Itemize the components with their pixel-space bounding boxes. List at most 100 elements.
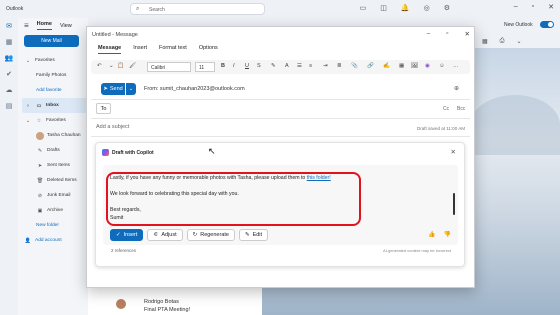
tab-home[interactable]: Home — [36, 21, 52, 30]
todo-icon[interactable]: ✔ — [0, 66, 18, 82]
app-title: Outlook — [6, 6, 24, 12]
add-account-link[interactable]: 👤 Add account — [22, 233, 88, 248]
new-folder-link[interactable]: New folder — [22, 218, 88, 233]
to-button[interactable]: To — [96, 103, 111, 114]
underline-icon[interactable]: U — [245, 63, 249, 69]
strikethrough-icon[interactable]: S — [257, 63, 261, 69]
close-icon[interactable]: ✕ — [451, 148, 456, 156]
highlight-icon[interactable]: ✎ — [271, 63, 276, 69]
folder-drafts[interactable]: ✎ Drafts — [22, 143, 88, 158]
paperclip-icon[interactable]: 📎 — [351, 63, 358, 69]
folder-junk[interactable]: ⊘ Junk Email — [22, 188, 88, 203]
mail-icon[interactable]: ✉ — [0, 18, 18, 34]
bullets-icon[interactable]: ☰ — [297, 63, 302, 69]
font-color-icon[interactable]: A — [285, 63, 289, 69]
from-field[interactable]: From: sumit_chauhan2023@outlook.com — [144, 86, 245, 92]
new-mail-button[interactable]: New Mail — [24, 35, 79, 47]
favorites-header[interactable]: ⌄ Favorites — [22, 53, 88, 68]
layout-icon[interactable]: ▦ — [482, 38, 488, 45]
persona-tasha[interactable]: Tasha Chauhan — [22, 128, 88, 143]
emoji-icon[interactable]: ☺ — [439, 63, 445, 69]
bold-icon[interactable]: B — [221, 63, 225, 69]
tab-format-text[interactable]: Format text — [159, 45, 187, 54]
signature-icon[interactable]: ✍ — [383, 63, 390, 69]
meet-now-icon[interactable]: ▭ — [360, 4, 367, 12]
compose-window: Untitled - Message – ▫ ✕ Message Insert … — [86, 26, 475, 288]
picture-icon[interactable]: 🖼 — [411, 63, 418, 69]
star-icon: ☆ — [36, 117, 42, 124]
send-button[interactable]: ➤ Send — [101, 83, 125, 95]
tab-options[interactable]: Options — [199, 45, 218, 54]
more-icon[interactable]: ⌄ — [516, 38, 521, 45]
checkmark-icon: ✓ — [116, 232, 121, 238]
send-options-button[interactable]: ⌄ — [126, 83, 136, 95]
maximize-icon[interactable]: ▫ — [532, 3, 534, 11]
tab-message[interactable]: Message — [98, 45, 122, 54]
apps-icon[interactable]: ▤ — [0, 98, 18, 114]
italic-icon[interactable]: I — [233, 63, 235, 69]
folder-inbox[interactable]: › ▭ Inbox — [22, 98, 88, 113]
folder-family-photos[interactable]: Family Photos — [22, 68, 88, 83]
edit-button[interactable]: ✎ Edit — [238, 229, 269, 241]
numbering-icon[interactable]: ≡ — [309, 63, 312, 69]
indent-icon[interactable]: ⇥ — [323, 63, 328, 69]
more-options-icon[interactable]: … — [453, 63, 459, 69]
align-icon[interactable]: ≣ — [337, 63, 342, 69]
pencil-icon: ✎ — [37, 147, 43, 154]
font-select[interactable]: Calibri — [147, 62, 191, 72]
format-painter-icon[interactable]: 🖌 — [129, 63, 136, 69]
search-icon: ⌕ — [136, 6, 140, 12]
tips-icon[interactable]: ◫ — [380, 4, 387, 12]
table-icon[interactable]: ▦ — [399, 63, 404, 69]
thumbs-down-icon[interactable]: 👎 — [443, 231, 450, 238]
draft-scrollbar[interactable] — [453, 193, 455, 215]
people-icon[interactable]: 👥 — [0, 50, 18, 66]
onedrive-icon[interactable]: ☁ — [0, 82, 18, 98]
lightbulb-icon[interactable]: ◎ — [424, 4, 430, 12]
hamburger-icon[interactable]: ≡ — [24, 21, 29, 30]
gear-icon[interactable]: ⚙ — [444, 4, 450, 12]
font-size-select[interactable]: 11 — [195, 62, 215, 72]
insert-button[interactable]: ✓ Insert — [110, 229, 144, 241]
clipboard-icon[interactable]: 📋 — [117, 63, 124, 69]
search-box[interactable]: ⌕ Search — [130, 3, 265, 15]
folder-deleted[interactable]: 🗑 Deleted Items — [22, 173, 88, 188]
favorites-group[interactable]: ⌄ ☆ Favorites — [22, 113, 88, 128]
compose-tabs: Message Insert Format text Options — [98, 45, 218, 54]
folder-pane: ≡ Home View New Mail ⌄ Favorites Family P… — [18, 18, 88, 315]
cc-button[interactable]: Cc — [443, 106, 449, 112]
ai-disclaimer: AI-generated content may be incorrect — [383, 248, 452, 253]
add-favorite-link[interactable]: Add favorite — [22, 83, 88, 98]
print-icon[interactable]: ⎙ — [500, 38, 505, 45]
minimize-icon[interactable]: – — [427, 30, 431, 38]
ribbon-tabs: ≡ Home View — [18, 18, 88, 33]
tab-view[interactable]: View — [60, 23, 72, 29]
link-icon[interactable]: 🔗 — [367, 63, 374, 69]
thumbs-up-icon[interactable]: 👍 — [428, 231, 435, 238]
copilot-icon[interactable]: ◉ — [425, 63, 430, 69]
zoom-icon[interactable]: ⊕ — [454, 85, 459, 92]
person-add-icon: 👤 — [24, 237, 32, 244]
reading-pane-icons: ▦ ⎙ ⌄ — [482, 38, 522, 45]
bcc-button[interactable]: Bcc — [457, 106, 465, 112]
subject-input[interactable]: Add a subject — [96, 124, 129, 130]
junk-icon: ⊘ — [37, 192, 43, 199]
new-mail-label: New Mail — [41, 38, 62, 44]
folder-sent[interactable]: ➤ Sent Items — [22, 158, 88, 173]
bell-icon[interactable]: 🔔 — [401, 4, 410, 12]
adjust-button[interactable]: ⚟ Adjust — [147, 229, 183, 241]
close-icon[interactable]: ✕ — [548, 3, 554, 11]
undo-icon[interactable]: ↶ — [97, 63, 102, 69]
close-icon[interactable]: ✕ — [465, 30, 470, 38]
feedback-icons: 👍 👎 — [428, 231, 451, 238]
minimize-icon[interactable]: – — [514, 3, 518, 11]
dropdown-icon[interactable]: ⌄ — [109, 63, 114, 69]
regenerate-button[interactable]: ↻ Regenerate — [186, 229, 235, 241]
background-scenery — [470, 95, 560, 155]
new-outlook-toggle[interactable] — [540, 21, 554, 28]
references-toggle[interactable]: 2 references — [111, 248, 136, 253]
calendar-icon[interactable]: ▦ — [0, 34, 18, 50]
tab-insert[interactable]: Insert — [133, 45, 147, 54]
maximize-icon[interactable]: ▫ — [446, 30, 448, 38]
folder-archive[interactable]: ▣ Archive — [22, 203, 88, 218]
